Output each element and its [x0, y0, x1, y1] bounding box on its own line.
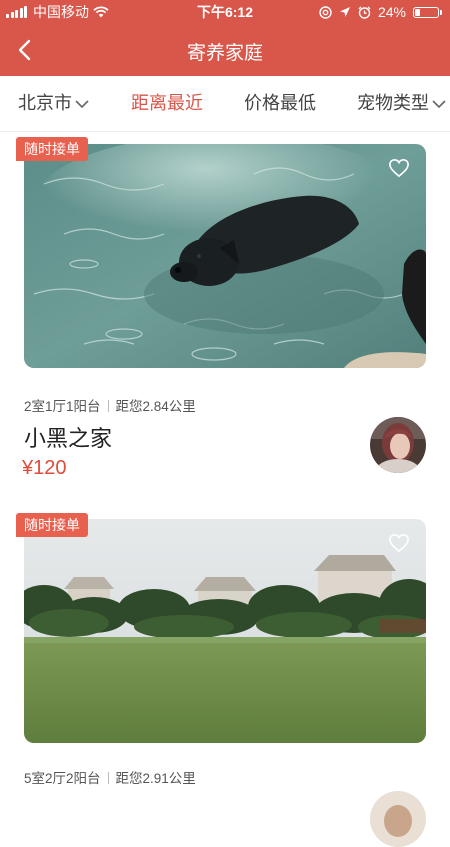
- host-avatar[interactable]: [370, 417, 426, 473]
- listing-photo[interactable]: [24, 144, 426, 368]
- filter-bar: 北京市 距离最近 价格最低 宠物类型: [0, 76, 450, 132]
- listing-name: 小黑之家: [24, 426, 113, 451]
- at-icon: [319, 5, 332, 19]
- filter-price-label: 价格最低: [244, 93, 316, 113]
- distance-label: 距您2.84公里: [115, 399, 196, 414]
- heart-favorite-icon[interactable]: [388, 533, 410, 553]
- lawn-park-photo: [24, 519, 426, 743]
- filter-distance-label: 距离最近: [131, 93, 203, 113]
- chevron-down-icon: [432, 100, 446, 109]
- status-badge: 随时接单: [16, 513, 88, 537]
- heart-favorite-icon[interactable]: [388, 158, 410, 178]
- battery-percent: 24%: [377, 4, 406, 20]
- alarm-icon: [358, 6, 371, 19]
- listing-meta: 2室1厅1阳台 距您2.84公里: [24, 395, 196, 415]
- listing-card[interactable]: 随时接单: [0, 131, 450, 511]
- filter-pet-type[interactable]: 宠物类型: [357, 76, 447, 131]
- listing-price: ¥120: [22, 457, 67, 479]
- app-header: 中国移动 下午6:12 24% 寄养家庭: [0, 0, 450, 76]
- room-layout: 5室2厅2阳台: [24, 771, 101, 786]
- location-icon: [339, 7, 350, 17]
- filter-distance[interactable]: 距离最近: [131, 76, 203, 131]
- room-layout: 2室1厅1阳台: [24, 399, 101, 414]
- host-portrait-photo: [370, 791, 426, 847]
- status-badge: 随时接单: [16, 137, 88, 161]
- listing-meta: 5室2厅2阳台 距您2.91公里: [24, 767, 196, 787]
- chevron-down-icon: [75, 100, 89, 109]
- black-dog-swimming-photo: [24, 144, 426, 368]
- filter-city[interactable]: 北京市: [18, 76, 90, 131]
- battery-icon: [413, 6, 442, 18]
- page-title: 寄养家庭: [186, 43, 263, 64]
- host-avatar[interactable]: [370, 791, 426, 847]
- status-bar: 中国移动 下午6:12 24%: [0, 0, 450, 24]
- listing-photo[interactable]: [24, 519, 426, 743]
- divider: [107, 772, 109, 784]
- filter-price[interactable]: 价格最低: [244, 76, 316, 131]
- filter-pet-type-label: 宠物类型: [357, 93, 429, 113]
- nav-bar: 寄养家庭: [0, 24, 450, 76]
- divider: [107, 400, 109, 412]
- filter-city-label: 北京市: [18, 93, 72, 113]
- distance-label: 距您2.91公里: [115, 771, 196, 786]
- host-portrait-photo: [370, 417, 426, 473]
- listing-card[interactable]: 随时接单: [0, 511, 450, 847]
